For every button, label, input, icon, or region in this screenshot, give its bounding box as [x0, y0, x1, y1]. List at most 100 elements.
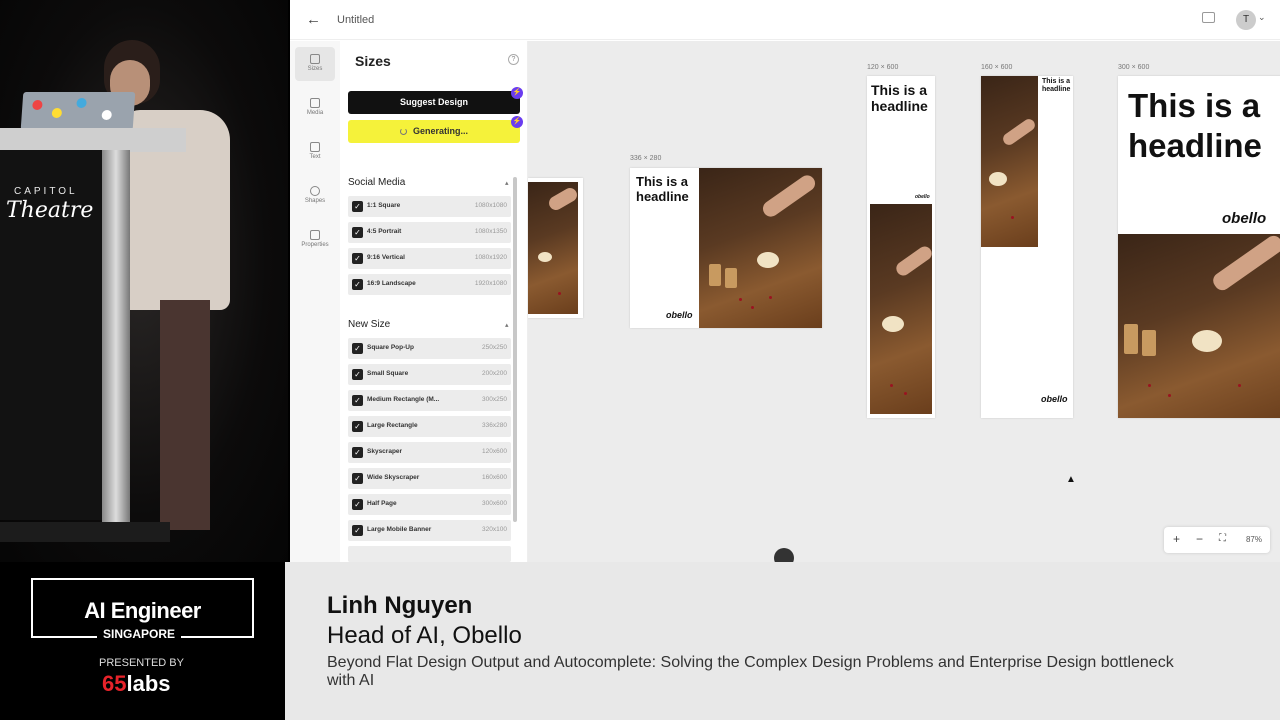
dessert-photo	[1118, 232, 1280, 418]
podium-frame	[102, 150, 130, 530]
checkbox[interactable]: ✓	[352, 201, 363, 212]
spinner-icon	[399, 128, 407, 135]
chevron-up-icon[interactable]: ▴	[505, 179, 509, 187]
size-dims: 160x600	[482, 474, 507, 481]
checkbox[interactable]: ✓	[352, 395, 363, 406]
frame-headline[interactable]: This is a headline	[871, 82, 935, 114]
checkbox[interactable]: ✓	[352, 499, 363, 510]
list-item[interactable]: ✓ Square Pop-Up 250x250	[348, 338, 511, 359]
list-item[interactable]: ✓ Medium Rectangle (M... 300x250	[348, 390, 511, 411]
size-name: Half Page	[367, 500, 397, 507]
section-title-new-size[interactable]: New Size	[348, 319, 390, 330]
checkbox[interactable]: ✓	[352, 473, 363, 484]
user-avatar[interactable]: T	[1236, 10, 1256, 30]
zoom-in-icon[interactable]: +	[1173, 532, 1180, 546]
photo-berry	[890, 384, 893, 387]
list-item[interactable]: ✓ Large Mobile Banner 320x100	[348, 520, 511, 541]
talk-title: Beyond Flat Design Output and Autocomple…	[327, 654, 1174, 690]
design-frame-160x600[interactable]: This is a headline obello	[981, 76, 1073, 418]
assistant-icon[interactable]	[774, 548, 794, 562]
list-item[interactable]: ✓ Half Page 300x600	[348, 494, 511, 515]
design-frame-300x600[interactable]: This is a headline obello	[1118, 76, 1280, 418]
design-frame-120x600[interactable]: This is a headline obello	[867, 76, 935, 418]
back-arrow-icon[interactable]: ←	[306, 11, 321, 28]
brand-line-1: AI Engineer	[84, 598, 201, 623]
presented-by-label: PRESENTED BY	[99, 657, 184, 669]
frame-headline[interactable]: This is a headline	[1128, 86, 1280, 165]
sponsor-word: labs	[126, 671, 171, 696]
fullscreen-icon[interactable]: ⛶	[1219, 533, 1226, 544]
photo-berry	[739, 298, 742, 301]
properties-icon	[310, 230, 320, 240]
speaker-name: Linh Nguyen	[327, 592, 473, 619]
podium-base	[0, 522, 170, 542]
rail-item-label: Text	[309, 154, 321, 160]
checkbox[interactable]: ✓	[352, 525, 363, 536]
frame-headline[interactable]: This is a headline	[1042, 78, 1072, 94]
list-item[interactable]: ✓ 9:16 Vertical 1080x1920	[348, 248, 511, 269]
design-frame-336x280[interactable]: This is a headline obello	[630, 168, 822, 328]
photo-berry	[769, 296, 772, 299]
photo-berry	[558, 292, 561, 295]
checkbox[interactable]: ✓	[352, 421, 363, 432]
list-item[interactable]	[348, 546, 511, 562]
list-item[interactable]: ✓ 1:1 Square 1080x1080	[348, 196, 511, 217]
size-name: 9:16 Vertical	[367, 254, 405, 261]
size-dims: 1080x1350	[474, 228, 507, 235]
rail-item-sizes[interactable]: Sizes	[295, 47, 335, 81]
rail-item-text[interactable]: Text	[295, 135, 335, 169]
zoom-level[interactable]: 87%	[1246, 535, 1262, 544]
section-title-social[interactable]: Social Media	[348, 177, 405, 188]
size-dims: 250x250	[482, 344, 507, 351]
list-item[interactable]: ✓ Wide Skyscraper 160x600	[348, 468, 511, 489]
size-dims: 320x100	[482, 526, 507, 533]
chevron-up-icon[interactable]: ▴	[505, 321, 509, 329]
rail-item-shapes[interactable]: Shapes	[295, 179, 335, 213]
checkbox[interactable]: ✓	[352, 369, 363, 380]
dessert-photo	[870, 204, 935, 414]
text-icon	[310, 142, 320, 152]
size-dims: 200x200	[482, 370, 507, 377]
photo-hand	[546, 185, 580, 213]
checkbox[interactable]: ✓	[352, 253, 363, 264]
list-item[interactable]: ✓ 16:9 Landscape 1920x1080	[348, 274, 511, 295]
checkbox[interactable]: ✓	[352, 279, 363, 290]
obello-logo: obello	[915, 194, 930, 200]
list-item[interactable]: ✓ 4:5 Portrait 1080x1350	[348, 222, 511, 243]
speaker-role: Head of AI, Obello	[327, 622, 522, 649]
chevron-down-icon[interactable]: ⌄	[1258, 12, 1266, 23]
comment-icon[interactable]	[1202, 12, 1215, 23]
obello-logo: obello	[1222, 210, 1267, 227]
photo-scoop	[882, 316, 904, 332]
checkbox[interactable]: ✓	[352, 343, 363, 354]
list-item[interactable]: ✓ Skyscraper 120x600	[348, 442, 511, 463]
design-frame-partial[interactable]	[528, 178, 583, 318]
generating-button[interactable]: Generating...	[348, 120, 520, 143]
rail-item-media[interactable]: Media	[295, 91, 335, 125]
size-name: Medium Rectangle (M...	[367, 396, 440, 403]
suggest-design-button[interactable]: Suggest Design	[348, 91, 520, 114]
checkbox[interactable]: ✓	[352, 447, 363, 458]
photo-scoop	[538, 252, 552, 262]
document-title[interactable]: Untitled	[337, 14, 374, 26]
rail-item-properties[interactable]: Properties	[295, 223, 335, 257]
laptop	[20, 92, 136, 130]
size-name: Wide Skyscraper	[367, 474, 420, 481]
dessert-photo	[699, 168, 822, 328]
frame-headline[interactable]: This is a headline	[636, 174, 700, 205]
zoom-out-icon[interactable]: −	[1196, 532, 1203, 546]
list-item[interactable]: ✓ Small Square 200x200	[348, 364, 511, 385]
panel-title: Sizes	[355, 53, 391, 69]
list-item[interactable]: ✓ Large Rectangle 336x280	[348, 416, 511, 437]
help-icon[interactable]: ?	[508, 54, 519, 65]
checkbox[interactable]: ✓	[352, 227, 363, 238]
laptop-sticker	[32, 100, 43, 110]
speaker-video: CAPITOL Theatre	[0, 0, 288, 562]
photo-hand	[1210, 232, 1280, 294]
rail-item-label: Media	[306, 110, 324, 116]
tool-rail: Sizes Media Text Shapes Properties	[290, 41, 340, 562]
design-canvas[interactable]: 336 × 280 This is a headline obello 120 …	[528, 41, 1280, 562]
generating-label: Generating...	[412, 126, 468, 136]
panel-scrollbar[interactable]	[513, 177, 517, 522]
photo-scoop	[989, 172, 1007, 186]
